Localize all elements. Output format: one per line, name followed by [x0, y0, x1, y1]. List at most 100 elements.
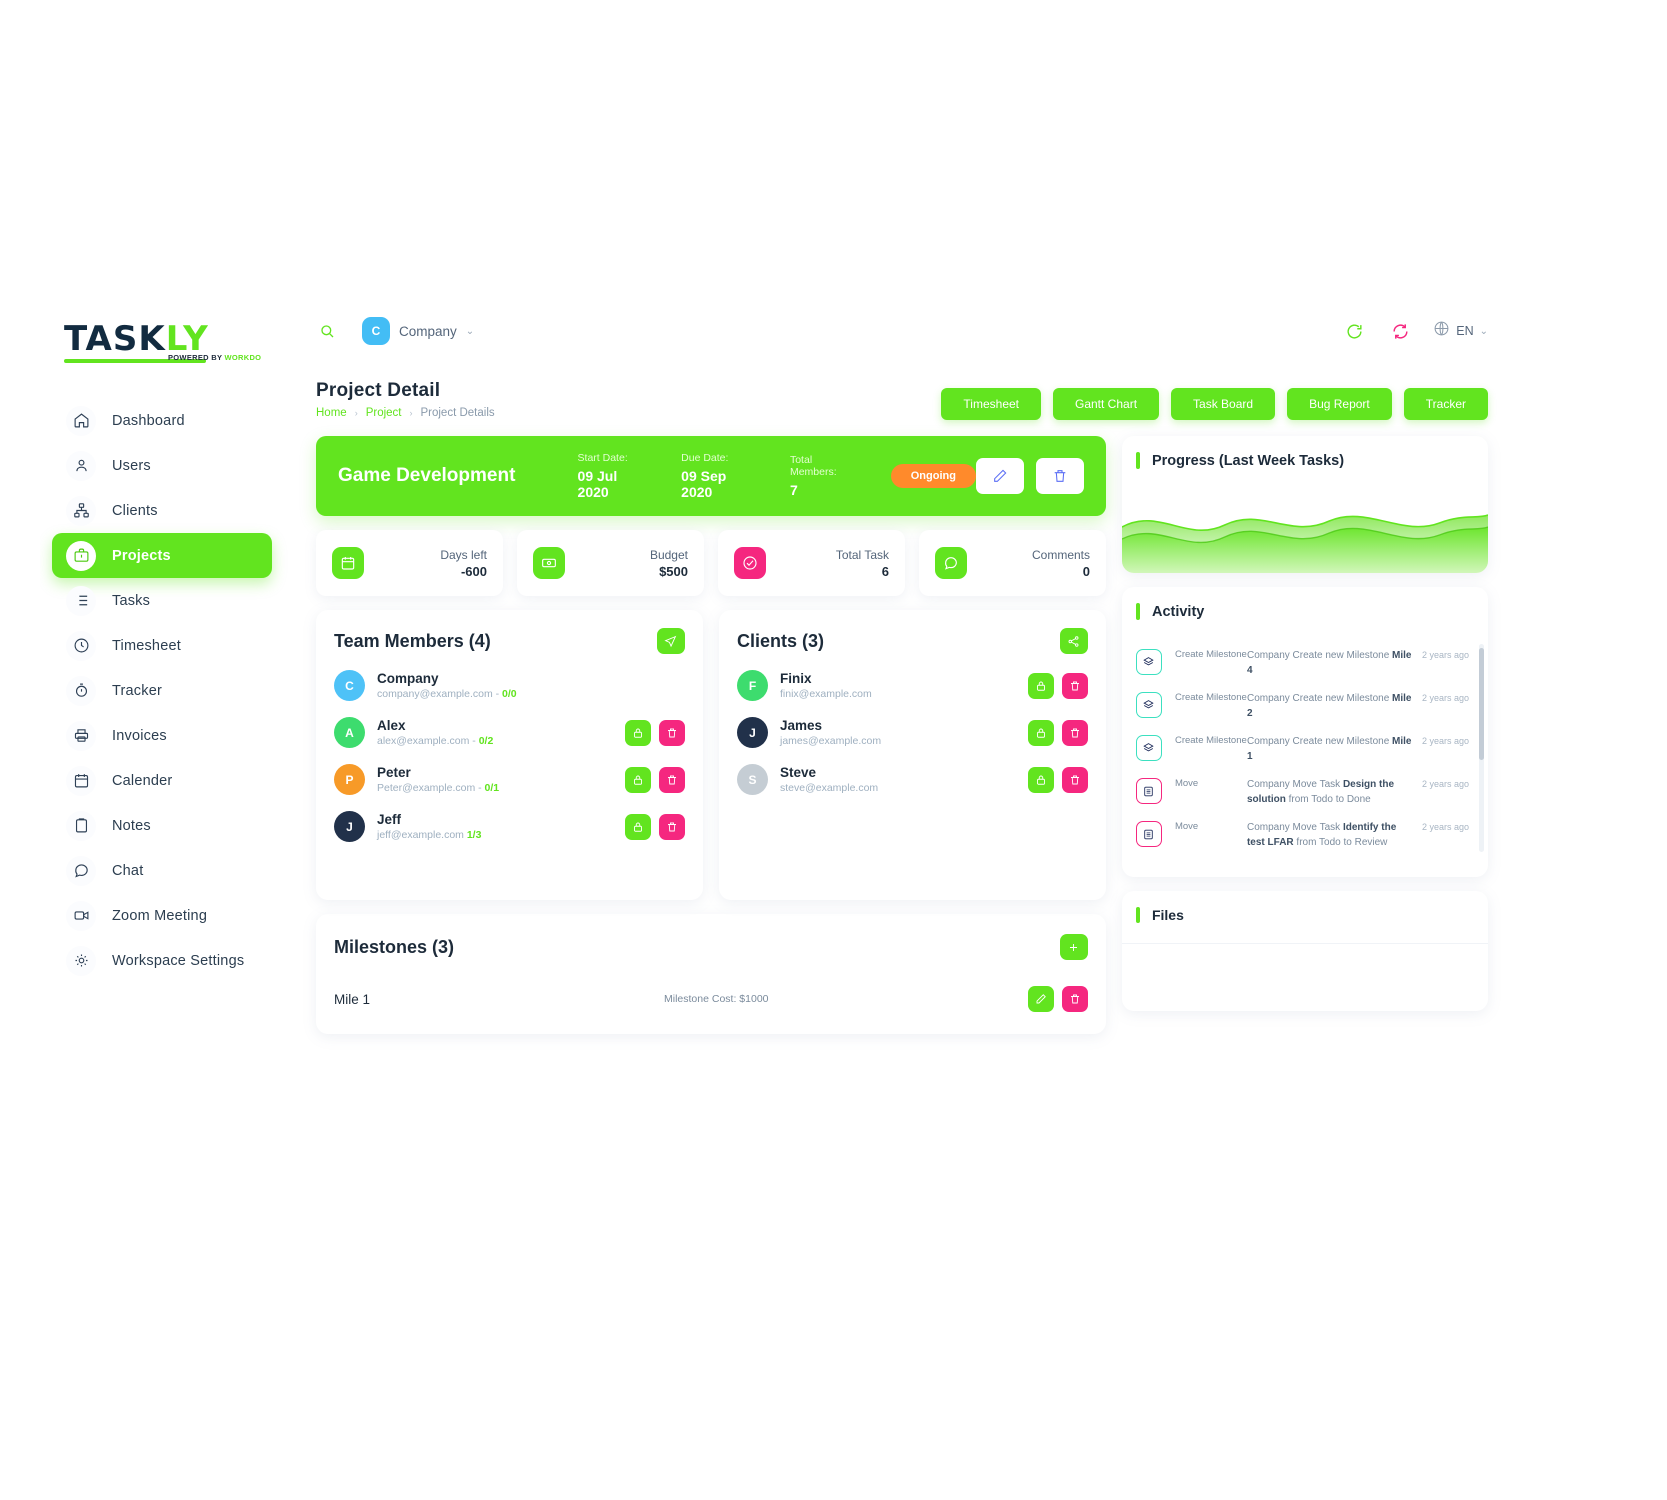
- stat-card-budget: Budget $500: [517, 530, 704, 596]
- milestone-cost: Milestone Cost: $1000: [664, 993, 769, 1005]
- sidebar-item-chat[interactable]: Chat: [52, 848, 272, 893]
- avatar: P: [334, 764, 365, 795]
- member-task-count: 1/3: [466, 829, 482, 841]
- sidebar-item-notes[interactable]: Notes: [52, 803, 272, 848]
- chat-bubble-icon: [66, 855, 96, 886]
- stat-cards: Days left -600 Budget $500 Total Task 6 …: [316, 530, 1106, 596]
- stat-value-comments: 0: [1082, 563, 1090, 579]
- stat-value-days-left: -600: [460, 563, 487, 579]
- avatar: F: [736, 670, 768, 701]
- lock-icon[interactable]: [1027, 719, 1054, 746]
- share-icon[interactable]: [1059, 628, 1088, 654]
- activity-kind: Move: [1174, 778, 1199, 789]
- breadcrumb-project[interactable]: Project: [366, 407, 402, 419]
- lock-icon[interactable]: [1027, 766, 1054, 793]
- activity-list[interactable]: Create Milestone Company Create new Mile…: [1122, 632, 1488, 864]
- activity-time: 2 years ago: [1422, 822, 1470, 832]
- member-task-count: 0/2: [478, 735, 494, 747]
- tracker-button[interactable]: Tracker: [1403, 388, 1488, 420]
- page-title: Project Detail: [316, 380, 441, 401]
- lock-icon[interactable]: [624, 766, 651, 793]
- delete-client-button[interactable]: [1061, 719, 1088, 746]
- start-date-field: Start Date: 09 Jul 2020: [578, 452, 650, 500]
- breadcrumb-separator: ›: [409, 408, 413, 418]
- sync-icon[interactable]: [1387, 318, 1413, 344]
- delete-member-button[interactable]: [658, 766, 685, 793]
- scrollbar-thumb[interactable]: [1479, 648, 1484, 760]
- list-item: Create Milestone Company Create new Mile…: [1135, 728, 1476, 771]
- activity-card: Activity Create Milestone Company Create…: [1121, 587, 1488, 877]
- activity-kind: Create Milestone: [1174, 735, 1247, 746]
- list-item: A Alex alex@example.com - 0/2: [334, 717, 685, 748]
- sidebar-item-timesheet[interactable]: Timesheet: [52, 623, 272, 668]
- sidebar-item-tasks[interactable]: Tasks: [52, 578, 272, 623]
- member-name: Company: [377, 671, 439, 686]
- sidebar-item-tracker[interactable]: Tracker: [52, 668, 272, 713]
- activity-time: 2 years ago: [1422, 779, 1470, 789]
- gantt-chart-button[interactable]: Gantt Chart: [1053, 388, 1160, 420]
- activity-description: Company Create new Milestone Mile 1: [1247, 735, 1422, 764]
- sidebar-item-dashboard[interactable]: Dashboard: [52, 398, 272, 443]
- timesheet-button[interactable]: Timesheet: [941, 388, 1041, 420]
- sidebar-label-timesheet: Timesheet: [112, 637, 181, 654]
- milestone-icon: [1135, 735, 1162, 761]
- user-icon: [66, 450, 96, 481]
- files-card: Files: [1121, 891, 1488, 1011]
- breadcrumb-current: Project Details: [420, 407, 495, 419]
- due-date-field: Due Date: 09 Sep 2020: [681, 452, 758, 500]
- briefcase-icon: [66, 540, 96, 571]
- row-actions: [1027, 672, 1088, 699]
- search-icon[interactable]: [314, 318, 340, 344]
- refresh-icon[interactable]: [1341, 318, 1367, 344]
- edit-project-button[interactable]: [975, 458, 1024, 494]
- sidebar-item-zoom-meeting[interactable]: Zoom Meeting: [52, 893, 272, 938]
- delete-milestone-button[interactable]: [1061, 986, 1088, 1012]
- sidebar-label-notes: Notes: [112, 817, 151, 834]
- chevron-down-icon: ⌄: [1479, 325, 1488, 337]
- sidebar-item-clients[interactable]: Clients: [52, 488, 272, 533]
- topbar: C Company ⌄ EN ⌄: [284, 300, 1520, 362]
- sidebar-label-chat: Chat: [112, 862, 144, 879]
- sidebar-item-workspace-settings[interactable]: Workspace Settings: [52, 938, 272, 983]
- team-members-panel: Team Members (4) C Company company@examp…: [316, 610, 703, 900]
- list-item: J Jeff jeff@example.com 1/3: [334, 811, 685, 842]
- lock-icon[interactable]: [1027, 672, 1054, 699]
- task-board-button[interactable]: Task Board: [1171, 388, 1276, 420]
- client-email: james@example.com: [779, 735, 882, 747]
- sidebar-item-calender[interactable]: Calender: [52, 758, 272, 803]
- stopwatch-icon: [66, 675, 96, 706]
- sidebar-item-users[interactable]: Users: [52, 443, 272, 488]
- stat-text: Days left -600: [440, 548, 487, 579]
- calendar-icon: [66, 765, 96, 796]
- sidebar-item-invoices[interactable]: Invoices: [52, 713, 272, 758]
- invite-member-button[interactable]: [656, 628, 685, 654]
- team-members-header: Team Members (4): [334, 628, 685, 654]
- list-item: Create Milestone Company Create new Mile…: [1135, 642, 1476, 685]
- app-logo[interactable]: TASKLY POWERED BY WORKDO: [40, 300, 284, 378]
- delete-member-button[interactable]: [658, 813, 685, 840]
- language-switcher[interactable]: EN ⌄: [1433, 320, 1488, 342]
- row-actions: [1027, 986, 1088, 1012]
- sidebar-label-tracker: Tracker: [112, 682, 163, 699]
- accent-bar: [1135, 907, 1140, 923]
- edit-milestone-button[interactable]: [1027, 986, 1054, 1012]
- list-item: Move Company Move Task Design the soluti…: [1135, 771, 1476, 814]
- bug-report-button[interactable]: Bug Report: [1287, 388, 1392, 420]
- logo-text-dark: TASK: [64, 319, 166, 359]
- delete-project-button[interactable]: [1035, 458, 1084, 494]
- delete-client-button[interactable]: [1061, 672, 1088, 699]
- client-name: Finix: [779, 671, 812, 686]
- lock-icon[interactable]: [624, 813, 651, 840]
- workspace-switcher[interactable]: C Company ⌄: [362, 317, 474, 345]
- printer-icon: [66, 720, 96, 751]
- lock-icon[interactable]: [624, 719, 651, 746]
- breadcrumb-home[interactable]: Home: [316, 407, 347, 419]
- sidebar-item-projects[interactable]: Projects: [52, 533, 272, 578]
- row-actions: [1027, 719, 1088, 746]
- stat-label-days-left: Days left: [440, 547, 487, 562]
- delete-client-button[interactable]: [1061, 766, 1088, 793]
- add-milestone-button[interactable]: [1059, 934, 1088, 960]
- sidebar-label-invoices: Invoices: [112, 727, 167, 744]
- delete-member-button[interactable]: [658, 719, 685, 746]
- clipboard-icon: [66, 810, 96, 841]
